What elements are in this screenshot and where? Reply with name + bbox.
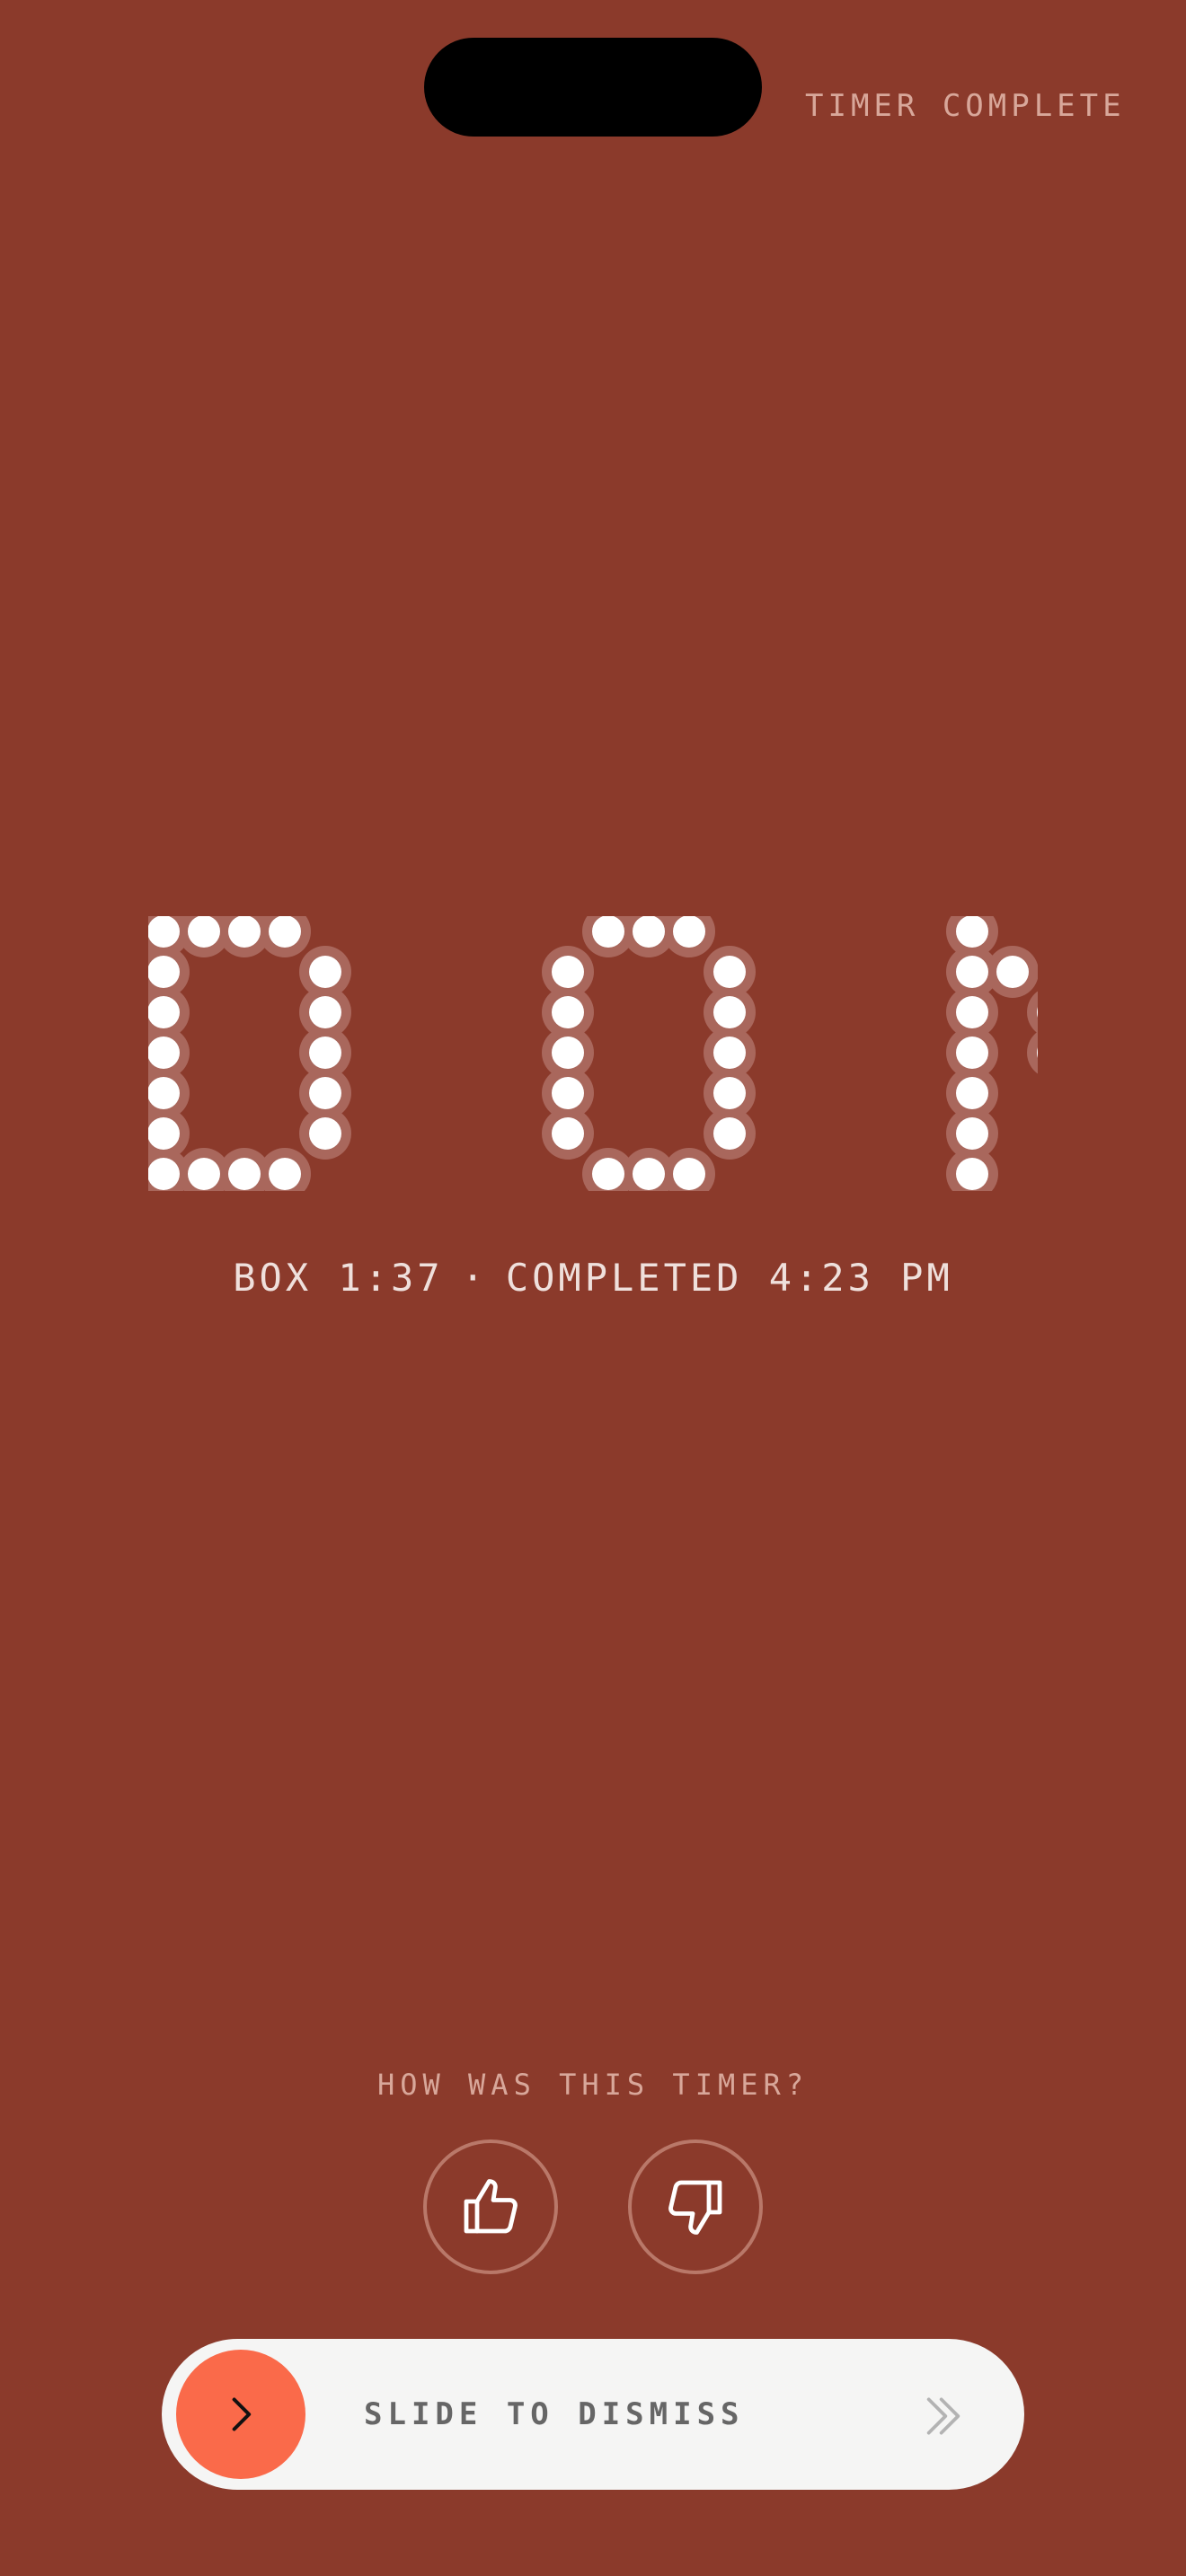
matrix-dot bbox=[552, 1077, 584, 1109]
matrix-dot bbox=[1118, 956, 1150, 988]
matrix-dot bbox=[956, 916, 988, 948]
matrix-dot bbox=[228, 916, 261, 948]
slide-to-dismiss-label: SLIDE TO DISMISS bbox=[364, 2396, 745, 2432]
thumbs-up-button[interactable] bbox=[423, 2139, 558, 2274]
matrix-dot bbox=[552, 1117, 584, 1150]
matrix-dot bbox=[956, 956, 988, 988]
feedback-prompt: HOW WAS THIS TIMER? bbox=[376, 2068, 810, 2102]
separator: · bbox=[461, 1256, 488, 1300]
matrix-dot bbox=[269, 1158, 301, 1190]
dot-halo bbox=[1108, 905, 1160, 957]
thumbs-down-icon bbox=[668, 2180, 722, 2235]
matrix-dot bbox=[1077, 1077, 1110, 1109]
matrix-dot bbox=[1118, 1117, 1150, 1150]
dot-halo bbox=[1108, 986, 1160, 1038]
matrix-dot bbox=[269, 916, 301, 948]
matrix-dot bbox=[148, 1077, 180, 1109]
matrix-dot bbox=[552, 956, 584, 988]
matrix-dot bbox=[148, 996, 180, 1028]
matrix-dot bbox=[309, 1117, 341, 1150]
matrix-dot bbox=[1037, 1007, 1038, 1018]
matrix-dot bbox=[713, 956, 746, 988]
dot-halo bbox=[1108, 1067, 1160, 1119]
matrix-dot bbox=[996, 956, 1029, 988]
matrix-dot bbox=[956, 1158, 988, 1190]
matrix-dot bbox=[148, 956, 180, 988]
matrix-dot bbox=[956, 1117, 988, 1150]
matrix-dot bbox=[309, 956, 341, 988]
thumbs-up-icon bbox=[464, 2179, 518, 2234]
dot-halo bbox=[1108, 1027, 1160, 1079]
matrix-dot bbox=[228, 1158, 261, 1190]
dot-halo bbox=[1027, 1031, 1038, 1074]
matrix-dot bbox=[592, 916, 624, 948]
matrix-dot bbox=[188, 916, 220, 948]
box-label: BOX 1:37 bbox=[233, 1256, 444, 1300]
matrix-dot bbox=[1118, 915, 1150, 948]
dot-halo bbox=[1108, 1107, 1160, 1160]
matrix-dot bbox=[148, 916, 180, 948]
matrix-dot bbox=[673, 916, 705, 948]
matrix-dot bbox=[309, 1077, 341, 1109]
matrix-dot bbox=[956, 996, 988, 1028]
matrix-dot bbox=[956, 1037, 988, 1069]
matrix-dot bbox=[713, 996, 746, 1028]
matrix-dot bbox=[148, 1117, 180, 1150]
matrix-dot bbox=[552, 996, 584, 1028]
matrix-dot bbox=[309, 1037, 341, 1069]
dot-halo bbox=[1027, 991, 1038, 1034]
matrix-dot bbox=[633, 916, 665, 948]
matrix-dot bbox=[1118, 1158, 1150, 1190]
matrix-dot bbox=[1118, 1037, 1150, 1069]
matrix-dot bbox=[592, 1158, 624, 1190]
matrix-dot bbox=[309, 996, 341, 1028]
chevron-right-icon bbox=[232, 2397, 252, 2431]
matrix-dot bbox=[713, 1077, 746, 1109]
matrix-dot bbox=[148, 1158, 180, 1190]
dismiss-slider-knob[interactable] bbox=[176, 2350, 305, 2479]
matrix-dot bbox=[713, 1117, 746, 1150]
matrix-dot bbox=[956, 1077, 988, 1109]
matrix-dot bbox=[633, 1158, 665, 1190]
completed-time: COMPLETED 4:23 PM bbox=[505, 1256, 953, 1300]
matrix-dot bbox=[552, 1037, 584, 1069]
dot-halo bbox=[1108, 1148, 1160, 1200]
matrix-dot bbox=[188, 1158, 220, 1190]
dot-halo bbox=[1108, 946, 1160, 998]
thumbs-down-button[interactable] bbox=[628, 2139, 763, 2274]
matrix-dot bbox=[1118, 1077, 1150, 1109]
double-chevron-right-icon bbox=[926, 2397, 960, 2435]
dot-halo bbox=[1067, 1067, 1120, 1119]
matrix-dot bbox=[673, 1158, 705, 1190]
slide-to-dismiss[interactable]: SLIDE TO DISMISS bbox=[162, 2339, 1024, 2490]
matrix-dot bbox=[1037, 1047, 1038, 1058]
matrix-dot bbox=[1118, 996, 1150, 1028]
completion-summary: BOX 1:37 · COMPLETED 4:23 PM bbox=[0, 1256, 1186, 1300]
matrix-dot bbox=[713, 1037, 746, 1069]
matrix-dot bbox=[148, 1037, 180, 1069]
